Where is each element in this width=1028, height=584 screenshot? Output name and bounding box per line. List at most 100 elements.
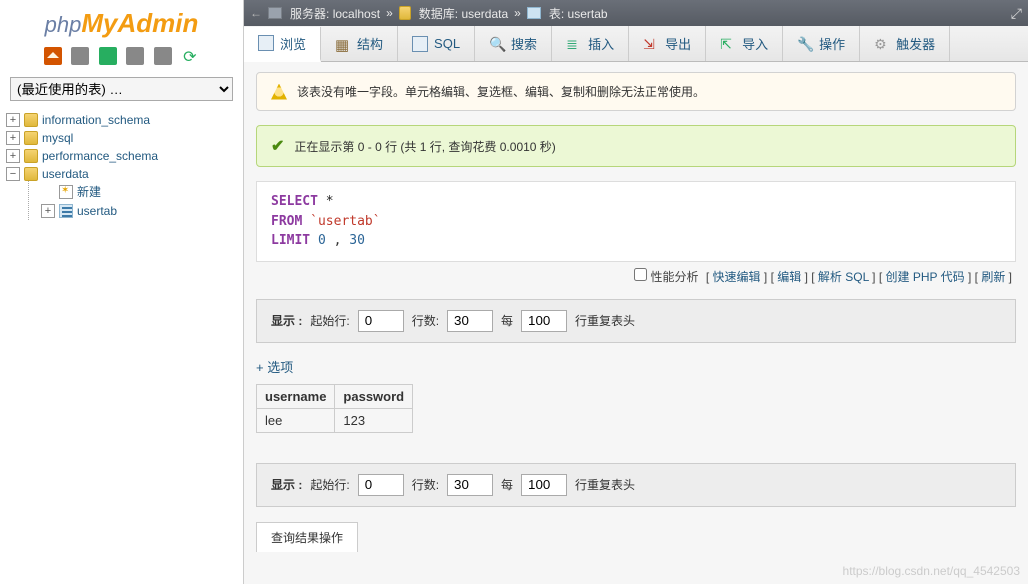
table-icon (59, 204, 73, 218)
col-password[interactable]: password (335, 384, 413, 408)
query-window-icon[interactable] (99, 47, 117, 65)
structure-icon: ▦ (335, 36, 351, 52)
sql-star: * (326, 194, 334, 209)
db-link[interactable]: mysql (42, 131, 73, 145)
watermark-text: https://blog.csdn.net/qq_4542503 (843, 564, 1020, 578)
tab-triggers[interactable]: ⚙触发器 (860, 26, 950, 61)
table-icon (527, 7, 541, 19)
success-icon: ✔ (271, 136, 284, 156)
db-link[interactable]: userdata (42, 167, 89, 181)
db-link[interactable]: information_schema (42, 113, 150, 127)
tab-structure[interactable]: ▦结构 (321, 26, 398, 61)
new-table-link[interactable]: 新建 (77, 183, 101, 200)
docs-icon[interactable] (126, 47, 144, 65)
db-node-information-schema: + information_schema (6, 113, 237, 127)
triggers-icon: ⚙ (874, 36, 890, 52)
breadcrumb-table[interactable]: 表: usertab (549, 5, 608, 22)
operations-icon: 🔧 (797, 36, 813, 52)
database-icon (24, 149, 38, 163)
search-icon: 🔍 (489, 36, 505, 52)
options-toggle[interactable]: + 选项 (256, 357, 1016, 376)
rows-input[interactable] (447, 474, 493, 496)
tab-import[interactable]: ⇱导入 (706, 26, 783, 61)
profile-label[interactable]: 性能分析 (651, 270, 699, 284)
sql-query-box: SELECT * FROM `usertab` LIMIT 0 , 30 (256, 181, 1016, 262)
breadcrumb: ← 服务器: localhost » 数据库: userdata » 表: us… (244, 0, 1028, 26)
show-label: 显示 : (271, 312, 302, 329)
rows-label: 行数: (412, 312, 439, 329)
quick-icons: ⟳ (0, 43, 243, 73)
db-node-mysql: + mysql (6, 131, 237, 145)
each-label: 每 (501, 312, 513, 329)
start-row-input[interactable] (358, 310, 404, 332)
rows-label: 行数: (412, 476, 439, 493)
db-node-userdata: − userdata (6, 167, 237, 181)
db-link[interactable]: performance_schema (42, 149, 158, 163)
table-node-usertab: + usertab (41, 204, 237, 218)
browse-icon (258, 35, 274, 51)
db-node-performance-schema: + performance_schema (6, 149, 237, 163)
repeat-label: 行重复表头 (575, 312, 635, 329)
collapse-icon[interactable]: − (6, 167, 20, 181)
profile-checkbox[interactable] (634, 268, 647, 281)
expand-icon[interactable]: + (6, 131, 20, 145)
tab-search[interactable]: 🔍搜索 (475, 26, 552, 61)
create-php-link[interactable]: 创建 PHP 代码 (886, 270, 965, 284)
repeat-headers-input[interactable] (521, 474, 567, 496)
start-row-label: 起始行: (310, 312, 349, 329)
explain-sql-link[interactable]: 解析 SQL (818, 270, 869, 284)
expand-icon[interactable]: + (41, 204, 55, 218)
success-message: ✔ 正在显示第 0 - 0 行 (共 1 行, 查询花费 0.0010 秒) (256, 125, 1016, 167)
results-table: username password lee 123 (256, 384, 413, 433)
tab-export[interactable]: ⇲导出 (629, 26, 706, 61)
sql-keyword: LIMIT (271, 233, 310, 248)
reload-icon[interactable]: ⟳ (181, 47, 199, 65)
tab-sql[interactable]: SQL (398, 26, 475, 61)
tab-browse[interactable]: 浏览 (244, 27, 321, 62)
sql-num: 0 (318, 233, 326, 248)
tab-operations[interactable]: 🔧操作 (783, 26, 860, 61)
repeat-label: 行重复表头 (575, 476, 635, 493)
logo-php: php (45, 12, 82, 37)
start-row-label: 起始行: (310, 476, 349, 493)
table-header-row: username password (257, 384, 413, 408)
warning-message: 该表没有唯一字段。单元格编辑、复选框、编辑、复制和删除无法正常使用。 (256, 72, 1016, 111)
result-operations-tab[interactable]: 查询结果操作 (256, 522, 358, 552)
start-row-input[interactable] (358, 474, 404, 496)
sql-operations: 性能分析 [ 快速编辑 ] [ 编辑 ] [ 解析 SQL ] [ 创建 PHP… (256, 268, 1016, 285)
nav-collapse-icon[interactable]: ← (250, 6, 262, 20)
database-icon (399, 6, 411, 20)
expand-icon[interactable]: + (6, 113, 20, 127)
logo-admin: Admin (117, 8, 198, 38)
table-link[interactable]: usertab (77, 204, 117, 218)
edit-link[interactable]: 编辑 (777, 270, 801, 284)
breadcrumb-server[interactable]: 服务器: localhost (290, 5, 380, 22)
export-icon: ⇲ (643, 36, 659, 52)
breadcrumb-db[interactable]: 数据库: userdata (419, 5, 508, 22)
rows-input[interactable] (447, 310, 493, 332)
cell-username: lee (257, 408, 335, 432)
logout-icon[interactable] (71, 47, 89, 65)
sql-keyword: SELECT (271, 194, 318, 209)
tab-insert[interactable]: ≣插入 (552, 26, 629, 61)
breadcrumb-sep: » (386, 6, 393, 20)
col-username[interactable]: username (257, 384, 335, 408)
quick-edit-link[interactable]: 快速编辑 (713, 270, 761, 284)
warning-text: 该表没有唯一字段。单元格编辑、复选框、编辑、复制和删除无法正常使用。 (297, 83, 705, 100)
show-label: 显示 : (271, 476, 302, 493)
logo-my: My (81, 8, 117, 38)
recent-tables-select[interactable]: (最近使用的表) … (10, 77, 233, 101)
nav-settings-icon[interactable] (154, 47, 172, 65)
expand-icon[interactable]: + (6, 149, 20, 163)
logo[interactable]: phpMyAdmin (0, 0, 243, 43)
each-label: 每 (501, 476, 513, 493)
repeat-headers-input[interactable] (521, 310, 567, 332)
database-icon (24, 131, 38, 145)
home-icon[interactable] (44, 47, 62, 65)
sql-table: `usertab` (310, 214, 380, 229)
new-table-node: 新建 (41, 183, 237, 200)
refresh-link[interactable]: 刷新 (981, 270, 1005, 284)
import-icon: ⇱ (720, 36, 736, 52)
maximize-icon[interactable]: ⤢ (1011, 5, 1022, 22)
nav-box-top: 显示 : 起始行: 行数: 每 行重复表头 (256, 299, 1016, 343)
